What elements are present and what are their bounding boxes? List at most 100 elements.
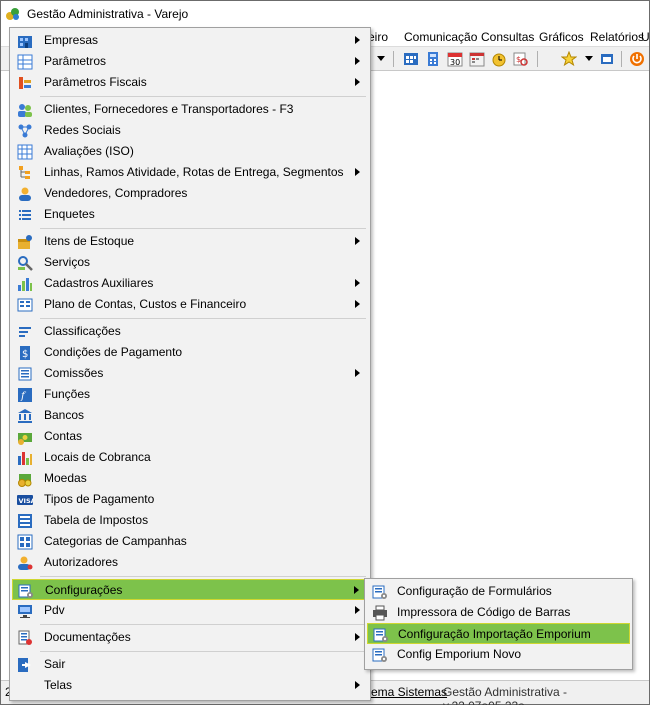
calculator-icon[interactable] xyxy=(425,51,441,67)
menu-item-label: Cadastros Auxiliares xyxy=(44,276,154,290)
calendar-grid-icon[interactable] xyxy=(403,51,419,67)
menu-item-funcoes[interactable]: f Funções xyxy=(12,384,368,405)
menu-item-label: Bancos xyxy=(44,408,85,422)
submenu-arrow-icon xyxy=(355,300,360,308)
menu-item-autorizadores[interactable]: Autorizadores xyxy=(12,552,368,573)
list-dollar-icon xyxy=(17,366,33,382)
menu-item-comissoes[interactable]: Comissões xyxy=(12,363,368,384)
menu-item-clientes-fornecedores[interactable]: Clientes, Fornecedores e Transportadores… xyxy=(12,99,368,120)
lines-icon xyxy=(17,324,33,340)
toolbar-dropdown-icon[interactable] xyxy=(377,56,385,61)
menu-item-label: Tipos de Pagamento xyxy=(44,492,155,506)
svg-text:VISA: VISA xyxy=(19,497,34,505)
menu-item-avaliacoes-iso[interactable]: Avaliações (ISO) xyxy=(12,141,368,162)
title-bar: Gestão Administrativa - Varejo xyxy=(1,1,649,27)
configuracoes-submenu: Configuração de Formulários Impressora d… xyxy=(364,578,633,670)
menu-item-label: Autorizadores xyxy=(44,555,119,569)
menu-item-label: Tabela de Impostos xyxy=(44,513,149,527)
menu-item-categorias-campanhas[interactable]: Categorias de Campanhas xyxy=(12,531,368,552)
menu-item-linhas-ramos[interactable]: Linhas, Ramos Atividade, Rotas de Entreg… xyxy=(12,162,368,183)
menu-separator xyxy=(40,624,366,625)
menu-item-tabela-impostos[interactable]: Tabela de Impostos xyxy=(12,510,368,531)
printer-icon xyxy=(372,605,388,621)
bars-icon xyxy=(17,450,33,466)
menu-item-label: Categorias de Campanhas xyxy=(44,534,187,548)
menu-item-enquetes[interactable]: Enquetes xyxy=(12,204,368,225)
alarm-clock-icon[interactable] xyxy=(491,51,507,67)
menu-item-bancos[interactable]: Bancos xyxy=(12,405,368,426)
menubar-item-comunicacao[interactable]: Comunicação xyxy=(404,30,477,44)
menu-item-tipos-pagamento[interactable]: VISA Tipos de Pagamento xyxy=(12,489,368,510)
window-icon[interactable] xyxy=(599,51,615,67)
toolbar-separator xyxy=(537,51,538,67)
menu-item-telas[interactable]: Telas xyxy=(12,675,368,696)
submenu-arrow-icon xyxy=(355,279,360,287)
app-logo-icon xyxy=(5,6,21,22)
menubar-item-relatorios[interactable]: Relatórios xyxy=(590,30,644,44)
monitor-icon xyxy=(17,603,33,619)
menu-item-parametros-fiscais[interactable]: Parâmetros Fiscais xyxy=(12,72,368,93)
window-title: Gestão Administrativa - Varejo xyxy=(27,7,189,21)
menu-item-plano-contas[interactable]: Plano de Contas, Custos e Financeiro xyxy=(12,294,368,315)
menu-item-label: Avaliações (ISO) xyxy=(44,144,134,158)
menu-item-servicos[interactable]: Serviços xyxy=(12,252,368,273)
menu-item-label: Empresas xyxy=(44,33,99,47)
menu-separator xyxy=(40,651,366,652)
submenu-item-config-emporium-novo[interactable]: Config Emporium Novo xyxy=(367,644,630,665)
user-icon xyxy=(17,186,33,202)
menu-item-label: Funções xyxy=(44,387,91,401)
menu-item-redes-sociais[interactable]: Redes Sociais xyxy=(12,120,368,141)
submenu-item-configuracao-importacao-emporium[interactable]: Configuração Importação Emporium xyxy=(367,623,630,644)
form-gear-icon xyxy=(372,584,388,600)
menu-item-locais-cobranca[interactable]: Locais de Cobranca xyxy=(12,447,368,468)
menu-item-itens-estoque[interactable]: Itens de Estoque xyxy=(12,231,368,252)
price-search-icon[interactable]: $ xyxy=(513,51,529,67)
menu-item-configuracoes[interactable]: Configurações xyxy=(12,579,368,600)
category-icon xyxy=(17,534,33,550)
power-icon[interactable] xyxy=(629,51,645,67)
table-icon xyxy=(17,144,33,160)
menu-item-documentacoes[interactable]: Documentações xyxy=(12,627,368,648)
submenu-item-label: Configuração Importação Emporium xyxy=(398,627,591,641)
menu-item-classificacoes[interactable]: Classificações xyxy=(12,321,368,342)
menu-separator xyxy=(40,318,366,319)
submenu-arrow-icon xyxy=(355,36,360,44)
menu-item-label: Documentações xyxy=(44,630,131,644)
menubar-item-utilitarios[interactable]: U xyxy=(641,30,650,44)
submenu-arrow-icon xyxy=(355,168,360,176)
menubar-item-financeiro[interactable]: eiro xyxy=(368,30,388,44)
menu-item-parametros[interactable]: Parâmetros xyxy=(12,51,368,72)
company-link[interactable]: ema Sistemas xyxy=(371,685,447,699)
menubar-item-graficos[interactable]: Gráficos xyxy=(539,30,584,44)
submenu-item-impressora-codigo-barras[interactable]: Impressora de Código de Barras xyxy=(367,602,630,623)
favorites-star-icon[interactable] xyxy=(560,50,578,67)
menu-item-label: Locais de Cobranca xyxy=(44,450,151,464)
emporium-gear-icon xyxy=(372,647,388,663)
menu-item-vendedores[interactable]: Vendedores, Compradores xyxy=(12,183,368,204)
chart-icon xyxy=(17,276,33,292)
menu-item-sair[interactable]: Sair xyxy=(12,654,368,675)
submenu-arrow-icon xyxy=(355,633,360,641)
submenu-item-configuracao-formularios[interactable]: Configuração de Formulários xyxy=(367,581,630,602)
menu-item-label: Classificações xyxy=(44,324,121,338)
menubar-item-consultas[interactable]: Consultas xyxy=(481,30,534,44)
submenu-arrow-icon xyxy=(355,681,360,689)
agenda-icon[interactable] xyxy=(469,51,485,67)
menu-item-empresas[interactable]: Empresas xyxy=(12,30,368,51)
fiscal-icon xyxy=(17,75,33,91)
menu-item-label: Parâmetros Fiscais xyxy=(44,75,147,89)
menu-item-cadastros-auxiliares[interactable]: Cadastros Auxiliares xyxy=(12,273,368,294)
accounts-icon xyxy=(17,297,33,313)
menu-item-condicoes-pagamento[interactable]: $ Condições de Pagamento xyxy=(12,342,368,363)
menu-item-label: Comissões xyxy=(44,366,104,380)
menu-item-moedas[interactable]: Moedas xyxy=(12,468,368,489)
tools-icon xyxy=(17,255,33,271)
config-icon xyxy=(18,583,34,599)
tax-table-icon xyxy=(17,513,33,529)
menu-item-label: Pdv xyxy=(44,603,65,617)
menu-item-contas[interactable]: Contas xyxy=(12,426,368,447)
menu-item-pdv[interactable]: Pdv xyxy=(12,600,368,621)
calendar-30-icon[interactable]: 30 xyxy=(447,51,463,67)
favorites-dropdown-icon[interactable] xyxy=(585,56,593,61)
submenu-arrow-icon xyxy=(354,586,359,594)
